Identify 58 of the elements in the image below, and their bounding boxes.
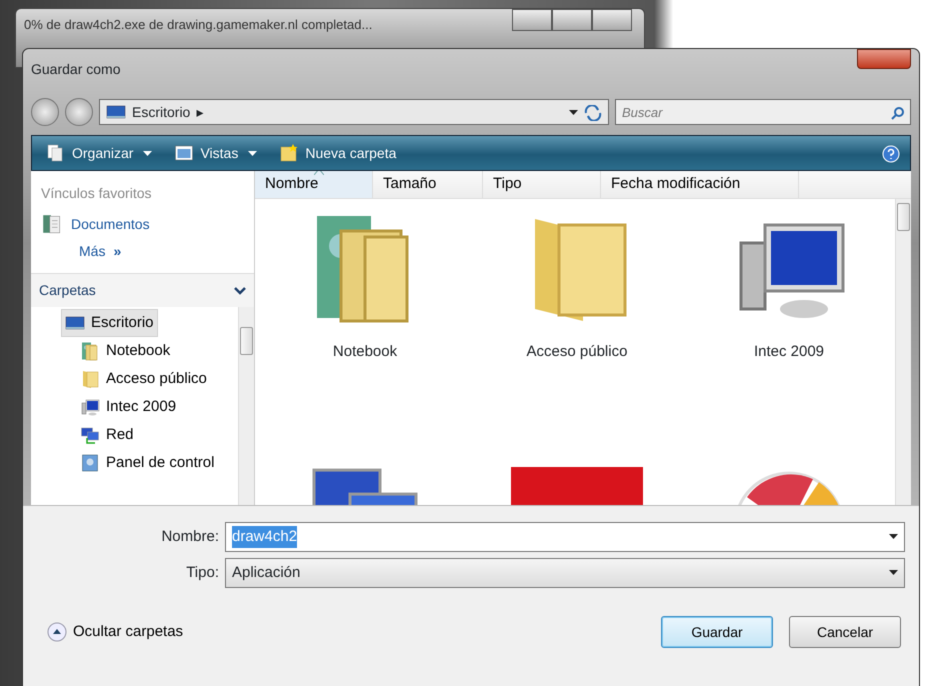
dialog-button[interactable]: Cancelar xyxy=(789,616,901,648)
caret-icon xyxy=(889,534,898,540)
favorite-link[interactable]: Documentos xyxy=(31,210,254,238)
more-link[interactable]: Más » xyxy=(31,238,254,265)
window-icon xyxy=(174,143,194,163)
minimize-button[interactable] xyxy=(512,9,552,31)
breadcrumb-arrow[interactable]: ▸ xyxy=(196,102,204,122)
field-label: Nombre: xyxy=(160,526,219,547)
column-header[interactable]: Fecha modificación xyxy=(601,171,799,198)
contacts-folder-icon xyxy=(80,341,100,361)
dialog-button[interactable]: Guardar xyxy=(661,616,773,648)
control-panel-icon xyxy=(80,453,100,473)
back-button[interactable] xyxy=(31,98,59,126)
column-header[interactable]: Tamaño xyxy=(373,171,483,198)
folder-icon xyxy=(279,143,300,163)
tree-item[interactable]: Escritorio xyxy=(61,309,158,337)
window-title: Guardar como xyxy=(31,60,120,78)
scrollbar-thumb[interactable] xyxy=(897,202,910,230)
folder-icon xyxy=(80,369,100,389)
file-name[interactable]: Acceso público xyxy=(526,340,628,363)
file-name[interactable]: Intec 2009 xyxy=(754,340,824,363)
search-icon[interactable] xyxy=(891,106,905,120)
documents-icon xyxy=(41,213,63,235)
search-field[interactable]: Buscar xyxy=(615,99,911,125)
toolbar-button[interactable]: Organizar xyxy=(42,140,156,166)
close-button[interactable] xyxy=(592,9,632,31)
field-label: Tipo: xyxy=(185,562,219,583)
file-name[interactable]: Notebook xyxy=(332,340,398,363)
caret-icon xyxy=(889,570,898,576)
toolbar-button[interactable]: Vistas xyxy=(170,140,262,166)
column-header[interactable]: Nombre xyxy=(255,171,373,198)
forward-button[interactable] xyxy=(65,98,93,126)
tree-item[interactable]: Panel de control xyxy=(77,449,218,477)
scrollbar[interactable] xyxy=(895,198,911,505)
computer-icon xyxy=(80,397,100,417)
maximize-button[interactable] xyxy=(552,9,592,31)
file-type-dropdown[interactable]: Aplicación xyxy=(225,558,905,588)
help-icon[interactable] xyxy=(882,144,900,163)
close-button[interactable] xyxy=(857,49,911,69)
tree-item[interactable]: Acceso público xyxy=(77,365,210,393)
tree-item[interactable]: Notebook xyxy=(77,337,174,365)
window-title: 0% de draw4ch2.exe de drawing.gamemaker.nl completad... xyxy=(24,16,372,34)
section-heading: Carpetas xyxy=(39,281,96,300)
tree-item[interactable]: Red xyxy=(77,421,137,449)
toolbar-button[interactable]: Nueva carpeta xyxy=(275,140,400,166)
refresh-icon[interactable] xyxy=(584,104,602,121)
chevron-icon[interactable] xyxy=(234,287,246,296)
address-bar[interactable]: Escritorio ▸ xyxy=(99,99,609,125)
caret-icon xyxy=(569,110,578,116)
breadcrumb[interactable]: Escritorio xyxy=(132,102,190,122)
hide-folders-button[interactable]: Ocultar carpetas xyxy=(37,620,194,644)
scrollbar-thumb[interactable] xyxy=(240,327,253,355)
network-icon xyxy=(80,425,100,445)
collapse-icon xyxy=(47,622,67,642)
scrollbar[interactable] xyxy=(238,307,254,505)
section-heading: Vínculos favoritos xyxy=(40,184,152,203)
tree-item[interactable]: Intec 2009 xyxy=(77,393,180,421)
column-header[interactable]: Tipo xyxy=(483,171,601,198)
